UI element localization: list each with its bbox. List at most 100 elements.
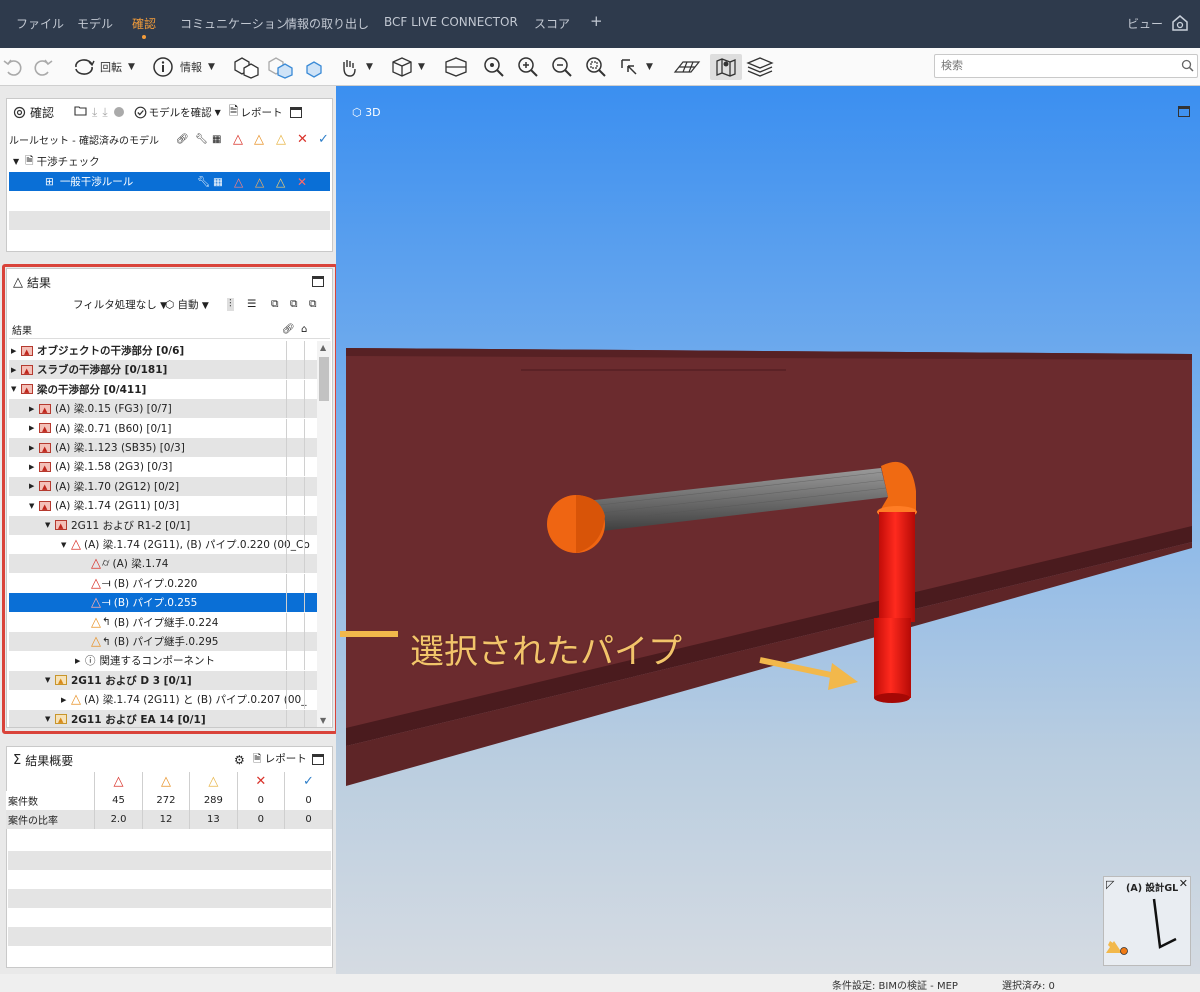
rotate-button[interactable]: 回転 ▼: [72, 54, 135, 80]
status-selected: 選択済み: 0: [1002, 981, 1055, 992]
export-icon[interactable]: ⤓: [102, 105, 107, 120]
tab-score[interactable]: スコア: [534, 15, 570, 32]
tab-model[interactable]: モデル: [77, 15, 113, 32]
tab-bcf-live-connector[interactable]: BCF LIVE CONNECTOR: [384, 15, 518, 29]
view-box-button[interactable]: ▼: [390, 54, 425, 80]
report-button[interactable]: 🗎 レポート: [253, 751, 307, 769]
major-icon: △: [254, 132, 264, 147]
annotation-label: 選択されたパイプ: [410, 632, 682, 672]
ruleset-icon: 🗎: [25, 154, 34, 167]
info-icon: [153, 57, 173, 77]
table-icon: ▦: [212, 134, 222, 145]
chevron-down-icon: ▼: [128, 62, 135, 72]
report-button[interactable]: 🗎 レポート: [229, 102, 283, 123]
zoom-fit-icon[interactable]: [482, 54, 506, 80]
chevron-down-icon: ▼: [418, 62, 425, 72]
critical-icon: △: [234, 174, 244, 189]
maximize-icon[interactable]: [312, 754, 324, 765]
hide-icon[interactable]: [266, 54, 294, 80]
zoom-selection-icon[interactable]: [584, 54, 608, 80]
status-condition: 条件設定: BIMの検証 - MEP: [832, 981, 958, 992]
map-toggle-icon[interactable]: [710, 54, 742, 80]
wrench-icon: 🔧︎: [197, 176, 211, 188]
add-tab-button[interactable]: +: [590, 12, 603, 30]
rotate-label: 回転: [100, 61, 122, 74]
view-menu[interactable]: ビュー: [1127, 15, 1163, 32]
import-icon[interactable]: ⤓: [92, 105, 97, 120]
layers-icon[interactable]: [746, 54, 774, 80]
approved-icon: ✓: [318, 132, 329, 147]
rule-label: 一般干渉ルール: [59, 176, 134, 188]
summary-table: △ △ △ ✕ ✓ 案件数 45 272 289 0 0 案件の比率 2.0 12 13 0 0: [6, 772, 332, 829]
vertical-pipe-upper: [879, 512, 915, 622]
highlight-frame: [2, 264, 338, 734]
search-icon[interactable]: [1181, 59, 1194, 75]
zoom-in-icon[interactable]: [516, 54, 540, 80]
minimap[interactable]: ◸ (A) 設計GL ✕: [1103, 876, 1191, 966]
settings-icon[interactable]: ⚙: [234, 753, 245, 767]
expand-icon[interactable]: ▼: [13, 157, 19, 166]
tab-file[interactable]: ファイル: [16, 15, 64, 32]
tab-check[interactable]: 確認: [132, 15, 156, 39]
home-icon[interactable]: [1170, 13, 1190, 36]
tab-communication[interactable]: コミュニケーション: [180, 15, 288, 32]
ruleset-column-header: ルールセット - 確認済みのモデル: [9, 136, 159, 147]
section-icon[interactable]: [443, 54, 469, 80]
undo-icon[interactable]: [2, 54, 24, 80]
chevron-down-icon: ▼: [208, 62, 215, 72]
3d-viewport[interactable]: ⬡ 3D 選択されたパイプ ◸ (A) 設計GL ✕: [336, 86, 1200, 974]
rule-icon: ⊞: [45, 175, 54, 188]
minor-icon: △: [189, 772, 238, 791]
minor-icon: △: [276, 174, 286, 189]
beam-face: [346, 348, 1192, 746]
summary-icon-row: △ △ △ ✕ ✓: [6, 772, 332, 791]
info-button[interactable]: 情報 ▼: [152, 54, 215, 80]
chevron-down-icon: ▼: [366, 62, 373, 72]
stop-icon[interactable]: [113, 107, 124, 117]
zoom-out-icon[interactable]: [550, 54, 574, 80]
approved-icon: ✓: [303, 774, 314, 789]
rejected-icon: ✕: [297, 132, 308, 147]
summary-panel-title: 結果概要: [25, 753, 74, 768]
chevron-down-icon: ▼: [214, 107, 221, 117]
folder-icon[interactable]: [74, 105, 87, 119]
search-input[interactable]: [934, 54, 1198, 78]
grid-plane-icon[interactable]: [673, 54, 701, 80]
cube-icon: [392, 57, 412, 77]
pointer-icon: [621, 59, 637, 75]
rule-row[interactable]: ⊞ 一般干渉ルール 🔧︎ ▦ △ △ △ ✕: [9, 172, 330, 191]
select-tool-button[interactable]: ▼: [618, 54, 653, 80]
ruleset-row[interactable]: ▼ 🗎 干渉チェック: [9, 152, 330, 171]
wrench-icon: 🔧︎: [195, 134, 208, 145]
rotate-icon: [75, 59, 95, 75]
critical-icon: △: [233, 132, 243, 147]
summary-row-ratio: 案件の比率 2.0 12 13 0 0: [6, 810, 332, 829]
show-all-icon[interactable]: [232, 54, 260, 80]
major-icon: △: [142, 772, 191, 791]
minor-icon: △: [276, 132, 286, 147]
3d-scene: [340, 348, 1192, 786]
summary-row-count: 案件数 45 272 289 0 0: [6, 791, 332, 810]
selected-pipe: [874, 618, 911, 698]
summary-empty-rows: [8, 832, 331, 965]
attachment-icon: 🔗︎: [176, 134, 189, 145]
check-model-button[interactable]: モデルを確認 ▼: [134, 105, 221, 120]
visibility-tools-button[interactable]: ▼: [338, 54, 373, 80]
table-icon: ▦: [213, 175, 223, 188]
report-icon: 🗎: [228, 103, 239, 118]
check-panel-header: 確認 ⤓ ⤓ モデルを確認 ▼ 🗎 レポート: [7, 99, 332, 125]
ruleset-label: 干渉チェック: [36, 156, 100, 168]
rejected-icon: ✕: [297, 174, 308, 189]
menu-bar: ファイル モデル 確認 コミュニケーション 情報の取り出し BCF LIVE C…: [0, 0, 1200, 48]
isolate-icon[interactable]: [302, 54, 326, 80]
maximize-icon[interactable]: [290, 106, 303, 118]
redo-icon[interactable]: [32, 54, 54, 80]
check-panel-title: 確認: [30, 105, 55, 120]
info-label: 情報: [180, 61, 202, 74]
sigma-icon: Σ: [13, 752, 22, 768]
summary-panel-header: Σ 結果概要 ⚙ 🗎 レポート: [7, 747, 332, 773]
chevron-down-icon: ▼: [646, 62, 653, 72]
major-icon: △: [255, 174, 265, 189]
tab-extract-info[interactable]: 情報の取り出し: [285, 15, 369, 32]
status-bar: 条件設定: BIMの検証 - MEP 選択済み: 0: [0, 974, 1200, 992]
